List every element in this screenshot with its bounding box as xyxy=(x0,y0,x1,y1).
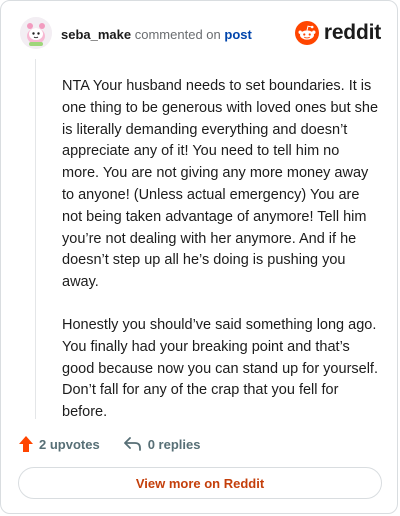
reddit-logo[interactable]: reddit xyxy=(294,20,381,46)
comment-header: seba_make commented on post reddit xyxy=(20,17,381,51)
comment-actions: 2 upvotes 0 replies xyxy=(19,434,200,454)
brand-wordmark: reddit xyxy=(323,21,381,44)
action-text: commented on xyxy=(134,27,221,42)
embedded-comment-card: seba_make commented on post reddit NTA Y… xyxy=(0,0,398,514)
post-link[interactable]: post xyxy=(224,27,251,42)
upvote-button[interactable]: 2 upvotes xyxy=(19,436,100,452)
view-more-button[interactable]: View more on Reddit xyxy=(18,467,382,499)
upvote-arrow-icon xyxy=(19,436,33,452)
snoo-avatar-icon xyxy=(20,17,52,49)
upvote-count: 2 upvotes xyxy=(39,436,100,452)
comment-paragraph: Honestly you should’ve said something lo… xyxy=(62,316,378,421)
avatar[interactable] xyxy=(20,17,52,49)
username-link[interactable]: seba_make xyxy=(61,27,131,42)
comment-body: NTA Your husband needs to set boundaries… xyxy=(62,76,380,445)
comment-meta: seba_make commented on post xyxy=(61,27,252,43)
reply-button[interactable]: 0 replies xyxy=(123,436,201,452)
reddit-logo-icon xyxy=(294,21,319,45)
comment-paragraph: NTA Your husband needs to set boundaries… xyxy=(62,78,379,291)
thread-line xyxy=(35,59,36,419)
reply-arrow-icon xyxy=(123,437,141,451)
reply-count: 0 replies xyxy=(147,436,201,452)
